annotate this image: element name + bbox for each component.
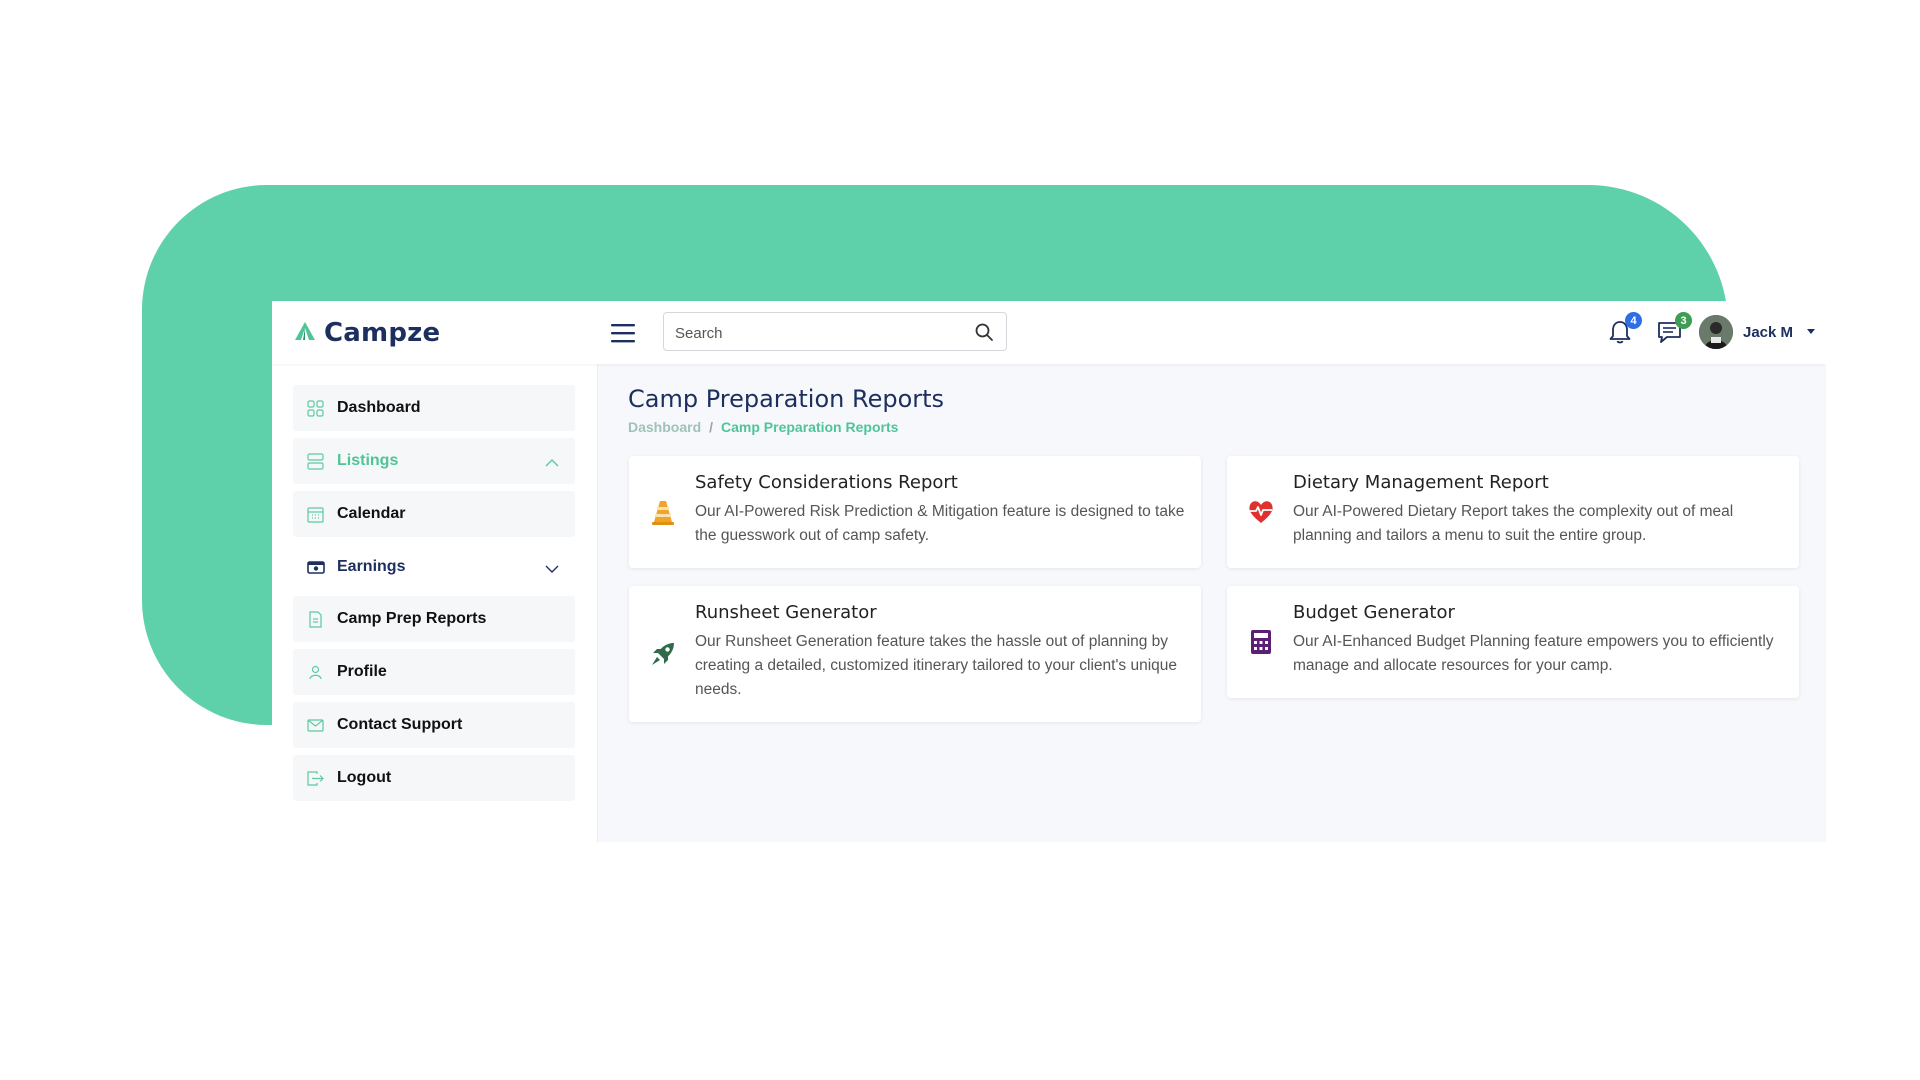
hamburger-icon[interactable] [609,319,637,347]
sidebar-item-profile[interactable]: Profile [293,649,575,695]
message-count-badge: 3 [1675,312,1692,329]
sidebar-item-earnings[interactable]: Earnings [293,544,575,590]
document-icon [307,611,324,628]
card-title: Budget Generator [1293,602,1455,623]
sidebar-item-label: Listings [337,452,399,469]
sidebar-item-logout[interactable]: Logout [293,755,575,801]
chevron-down-icon[interactable] [1807,329,1815,334]
card-runsheet-generator[interactable]: Runsheet Generator Our Runsheet Generati… [629,586,1201,722]
chevron-down-icon[interactable] [545,561,559,579]
sidebar: Dashboard Listings Calendar Earnings Cam… [272,364,598,842]
messages-button[interactable]: 3 [1652,312,1692,350]
tent-icon [294,321,316,346]
grid-icon [307,400,324,417]
notifications-button[interactable]: 4 [1602,312,1642,350]
sidebar-item-label: Calendar [337,505,406,522]
card-title: Dietary Management Report [1293,472,1549,493]
breadcrumb-current: Camp Preparation Reports [721,419,899,435]
card-title: Safety Considerations Report [695,472,958,493]
search-box [663,312,1007,351]
logout-icon [307,770,324,787]
calculator-icon [1247,628,1275,656]
heartbeat-icon [1247,498,1275,526]
user-icon [307,664,324,681]
sidebar-item-dashboard[interactable]: Dashboard [293,385,575,431]
sidebar-item-camp-prep-reports[interactable]: Camp Prep Reports [293,596,575,642]
search-icon[interactable] [974,322,994,347]
sidebar-item-listings[interactable]: Listings [293,438,575,484]
card-description: Our Runsheet Generation feature takes th… [695,633,1177,698]
chevron-up-icon[interactable] [545,455,559,473]
sidebar-item-label: Camp Prep Reports [337,610,487,627]
sidebar-item-contact-support[interactable]: Contact Support [293,702,575,748]
mail-icon [307,717,324,734]
card-description: Our AI-Powered Dietary Report takes the … [1293,503,1734,544]
page-title: Camp Preparation Reports [628,385,945,413]
brand-logo[interactable]: Campze [294,318,440,348]
server-icon [307,453,324,470]
app-window: Campze Search 4 3 Jack M Dashboard Listi… [272,301,1826,842]
card-description: Our AI-Powered Risk Prediction & Mitigat… [695,503,1185,544]
breadcrumb-home-link[interactable]: Dashboard [628,419,701,435]
sidebar-item-label: Logout [337,769,392,786]
chat-icon [1652,322,1688,354]
breadcrumb: Dashboard / Camp Preparation Reports [628,419,898,435]
search-input[interactable] [673,321,967,345]
notification-count-badge: 4 [1625,312,1642,329]
card-budget-generator[interactable]: Budget Generator Our AI-Enhanced Budget … [1227,586,1799,698]
money-icon [307,559,325,576]
card-safety-considerations-report[interactable]: Safety Considerations Report Our AI-Powe… [629,456,1201,568]
card-description: Our AI-Enhanced Budget Planning feature … [1293,633,1774,674]
avatar[interactable] [1699,315,1733,349]
bell-icon [1602,321,1638,354]
rocket-icon [649,640,677,668]
traffic-cone-icon [649,498,677,526]
user-name[interactable]: Jack M [1743,324,1793,341]
card-title: Runsheet Generator [695,602,877,623]
sidebar-item-label: Dashboard [337,399,421,416]
card-dietary-management-report[interactable]: Dietary Management Report Our AI-Powered… [1227,456,1799,568]
breadcrumb-separator: / [709,419,714,435]
top-bar: Campze Search 4 3 Jack M [272,301,1826,364]
calendar-icon [307,506,324,523]
sidebar-item-label: Profile [337,663,387,680]
brand-name: Campze [324,318,441,348]
sidebar-item-label: Earnings [337,558,406,575]
sidebar-item-label: Contact Support [337,716,463,733]
sidebar-item-calendar[interactable]: Calendar [293,491,575,537]
